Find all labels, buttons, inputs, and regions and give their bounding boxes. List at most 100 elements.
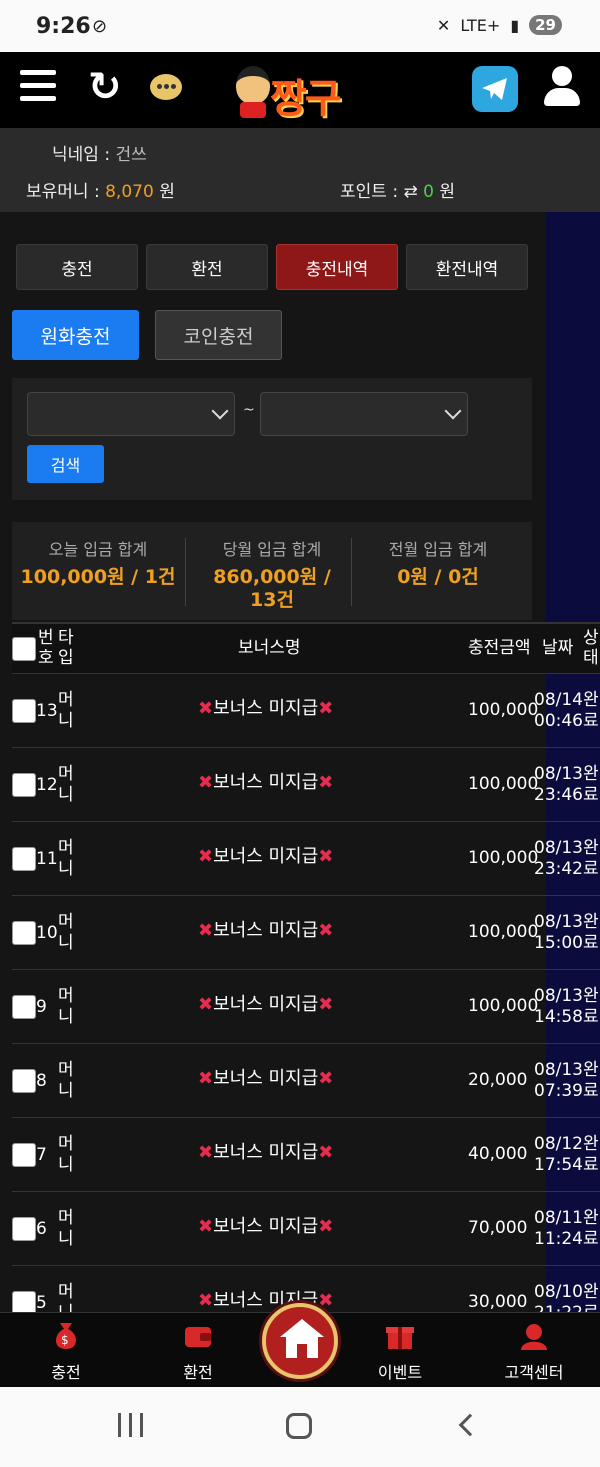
point-unit: 원 xyxy=(439,182,455,202)
row-checkbox[interactable] xyxy=(12,773,36,797)
user-info-panel: 닉네임 : 건쓰 보유머니 : 8,070 원 포인트 : ⇄ 0 원 xyxy=(0,128,600,212)
row-date-time: 15:00 xyxy=(534,933,583,953)
row-date-time: 14:58 xyxy=(534,1007,583,1027)
table-row[interactable]: 8 머니 ✖보너스 미지급✖ 20,000 08/13 07:39 완료 xyxy=(12,1044,600,1118)
header-bonus: 보너스명 xyxy=(238,638,301,658)
exchange-icon[interactable]: ⇄ xyxy=(403,182,417,202)
user-icon[interactable] xyxy=(544,66,580,108)
back-icon[interactable] xyxy=(458,1413,482,1437)
row-type: 머니 xyxy=(58,764,74,805)
subtab-coin-deposit[interactable]: 코인충전 xyxy=(155,310,282,360)
nav-withdraw[interactable]: 환전 xyxy=(138,1313,258,1388)
table-row[interactable]: 11 머니 ✖보너스 미지급✖ 100,000 08/13 23:42 완료 xyxy=(12,822,600,896)
row-amount: 100,000 xyxy=(468,848,539,868)
chat-icon[interactable] xyxy=(150,74,182,100)
row-bonus-label: 보너스 미지급 xyxy=(213,698,319,719)
row-type: 머니 xyxy=(58,838,74,879)
nav-label: 고객센터 xyxy=(504,1363,564,1382)
header-type: 타입 xyxy=(58,628,74,668)
table-row[interactable]: 6 머니 ✖보너스 미지급✖ 70,000 08/11 11:24 완료 xyxy=(12,1192,600,1266)
row-type: 머니 xyxy=(58,1134,74,1175)
tab-withdraw-history[interactable]: 환전내역 xyxy=(406,244,528,290)
subtab-bar: 원화충전 코인충전 xyxy=(12,310,282,360)
nav-deposit[interactable]: $ 충전 xyxy=(6,1313,126,1388)
menu-icon[interactable] xyxy=(20,70,56,104)
logo-character-icon xyxy=(236,66,270,104)
main-content: 충전 환전 충전내역 환전내역 원화충전 코인충전 ~ 검색 오늘 입금 합계 xyxy=(0,212,600,1340)
row-no: 8 xyxy=(36,1071,47,1091)
clip-icon: ⊘ xyxy=(92,16,108,37)
status-time: 9:26 xyxy=(36,14,91,39)
refresh-icon[interactable]: ↻ xyxy=(88,64,122,110)
start-date-select[interactable] xyxy=(27,392,235,436)
system-home-icon[interactable] xyxy=(286,1413,312,1439)
row-checkbox[interactable] xyxy=(12,1143,36,1167)
row-no: 10 xyxy=(36,923,58,943)
network-label: LTE+ xyxy=(460,15,501,35)
deposit-summary: 오늘 입금 합계 100,000원 / 1건 당월 입금 합계 860,000원… xyxy=(12,522,532,620)
agent-icon xyxy=(521,1324,547,1350)
row-status: 완료 xyxy=(583,838,599,879)
tab-deposit-history[interactable]: 충전내역 xyxy=(276,244,398,290)
row-type: 머니 xyxy=(58,1060,74,1101)
row-date-day: 08/12 xyxy=(534,1134,583,1154)
cross-icon: ✖ xyxy=(318,920,334,941)
nav-support[interactable]: 고객센터 xyxy=(474,1313,594,1388)
tab-deposit[interactable]: 충전 xyxy=(16,244,138,290)
header-amount: 충전금액 xyxy=(468,638,531,658)
row-checkbox[interactable] xyxy=(12,1069,36,1093)
table-row[interactable]: 9 머니 ✖보너스 미지급✖ 100,000 08/13 14:58 완료 xyxy=(12,970,600,1044)
row-bonus-label: 보너스 미지급 xyxy=(213,1068,319,1089)
table-row[interactable]: 13 머니 ✖보너스 미지급✖ 100,000 08/14 00:46 완료 xyxy=(12,674,600,748)
row-checkbox[interactable] xyxy=(12,995,36,1019)
cross-icon: ✖ xyxy=(318,1216,334,1237)
wallet-icon xyxy=(185,1327,211,1347)
money-unit: 원 xyxy=(159,182,175,202)
table-row[interactable]: 7 머니 ✖보너스 미지급✖ 40,000 08/12 17:54 완료 xyxy=(12,1118,600,1192)
cross-icon: ✖ xyxy=(198,1216,214,1237)
nickname-value: 건쓰 xyxy=(115,145,147,165)
header-no: 번호 xyxy=(38,628,54,668)
nickname-label: 닉네임 : xyxy=(52,145,111,165)
summary-label: 오늘 입금 합계 xyxy=(48,540,148,559)
select-all-checkbox[interactable] xyxy=(12,637,36,661)
subtab-krw-deposit[interactable]: 원화충전 xyxy=(12,310,139,360)
signal-icon: ▮ xyxy=(510,15,520,35)
table-row[interactable]: 10 머니 ✖보너스 미지급✖ 100,000 08/13 15:00 완료 xyxy=(12,896,600,970)
date-filter: ~ 검색 xyxy=(12,378,532,500)
cross-icon: ✖ xyxy=(318,1068,334,1089)
row-no: 13 xyxy=(36,701,58,721)
row-date-time: 00:46 xyxy=(534,711,583,731)
table-row[interactable]: 12 머니 ✖보너스 미지급✖ 100,000 08/13 23:46 완료 xyxy=(12,748,600,822)
nav-event[interactable]: 이벤트 xyxy=(340,1313,460,1388)
home-icon xyxy=(280,1319,324,1337)
row-bonus-label: 보너스 미지급 xyxy=(213,994,319,1015)
row-date-time: 17:54 xyxy=(534,1155,583,1175)
row-bonus: ✖보너스 미지급✖ xyxy=(198,698,333,719)
cross-icon: ✖ xyxy=(198,1142,214,1163)
row-status: 완료 xyxy=(583,1208,599,1249)
point-label: 포인트 : xyxy=(340,182,399,202)
row-checkbox[interactable] xyxy=(12,1217,36,1241)
row-date: 08/13 14:58 xyxy=(534,986,583,1028)
row-checkbox[interactable] xyxy=(12,921,36,945)
tab-withdraw[interactable]: 환전 xyxy=(146,244,268,290)
row-status: 완료 xyxy=(583,986,599,1027)
search-button[interactable]: 검색 xyxy=(27,445,104,483)
row-checkbox[interactable] xyxy=(12,699,36,723)
telegram-icon[interactable] xyxy=(472,66,518,112)
row-bonus-label: 보너스 미지급 xyxy=(213,920,319,941)
summary-value: 860,000원 / 13건 xyxy=(213,566,331,611)
row-bonus: ✖보너스 미지급✖ xyxy=(198,920,333,941)
row-amount: 100,000 xyxy=(468,774,539,794)
home-button[interactable] xyxy=(262,1303,338,1379)
summary-this-month: 당월 입금 합계 860,000원 / 13건 xyxy=(186,536,358,612)
row-date-day: 08/13 xyxy=(534,838,583,858)
recent-apps-icon[interactable] xyxy=(118,1413,144,1437)
end-date-select[interactable] xyxy=(260,392,468,436)
cross-icon: ✖ xyxy=(318,1142,334,1163)
row-checkbox[interactable] xyxy=(12,847,36,871)
money-bag-icon: $ xyxy=(56,1323,76,1349)
money-label: 보유머니 : xyxy=(26,182,100,202)
cross-icon: ✖ xyxy=(198,698,214,719)
